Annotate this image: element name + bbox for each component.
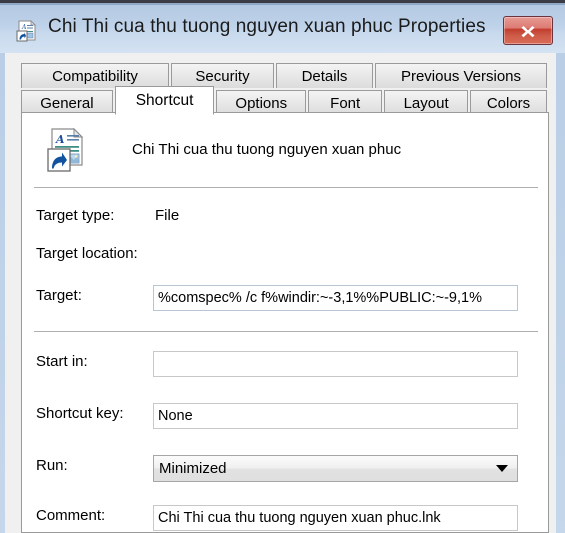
run-dropdown[interactable]: Minimized [153,455,518,482]
comment-label: Comment: [36,507,106,524]
tab-security[interactable]: Security [171,63,274,88]
tab-compatibility[interactable]: Compatibility [21,63,169,88]
start-in-label: Start in: [36,353,88,370]
tab-strip: Compatibility Security Details Previous … [21,61,549,115]
tab-previous-versions[interactable]: Previous Versions [375,63,547,88]
dialog-body: Compatibility Security Details Previous … [5,53,556,533]
target-separator [34,331,538,332]
title-bar[interactable]: A Chi Thi cua thu tuong nguyen xuan phuc… [0,5,565,53]
file-header: A Chi Thi cua thu tuong nguyen xuan phuc [22,113,548,191]
target-location-label: Target location: [36,245,138,262]
run-label: Run: [36,457,68,474]
shortcut-document-icon: A [14,19,40,45]
svg-text:A: A [21,24,27,31]
chevron-down-icon [496,465,508,472]
target-label: Target: [36,287,82,304]
shortcut-key-label: Shortcut key: [36,405,124,422]
row-target-type: Target type: File [22,205,548,231]
row-target-location: Target location: [22,243,548,269]
shortcut-tab-panel: A Chi Thi cua thu tuong nguyen xuan phuc [21,112,549,533]
comment-input[interactable]: Chi Thi cua thu tuong nguyen xuan phuc.l… [153,505,518,531]
close-icon [521,25,535,37]
shortcut-document-icon: A [44,127,88,173]
row-comment: Comment: Chi Thi cua thu tuong nguyen xu… [22,505,548,531]
shortcut-key-input[interactable]: None [153,403,518,429]
tab-row-bottom: General Shortcut Options Font Layout Col… [21,86,549,115]
target-type-value: File [155,207,180,224]
target-input[interactable]: %comspec% /c f%windir:~-3,1%%PUBLIC:~-9,… [153,285,518,311]
row-target: Target: %comspec% /c f%windir:~-3,1%%PUB… [22,285,548,311]
row-shortcut-key: Shortcut key: None [22,403,548,429]
run-dropdown-value: Minimized [159,460,227,477]
target-type-label: Target type: [36,207,115,224]
close-button[interactable] [503,16,553,45]
tab-shortcut[interactable]: Shortcut [114,86,215,115]
properties-dialog-screenshot: A Chi Thi cua thu tuong nguyen xuan phuc… [0,0,565,533]
svg-text:A: A [55,133,65,146]
tab-details[interactable]: Details [276,63,373,88]
row-run: Run: Minimized [22,455,548,482]
window-title: Chi Thi cua thu tuong nguyen xuan phuc P… [48,16,486,37]
tab-row-top: Compatibility Security Details Previous … [21,61,549,88]
start-in-input[interactable] [153,351,518,377]
file-name-label: Chi Thi cua thu tuong nguyen xuan phuc [132,141,402,158]
header-separator [34,187,538,188]
row-start-in: Start in: [22,351,548,377]
